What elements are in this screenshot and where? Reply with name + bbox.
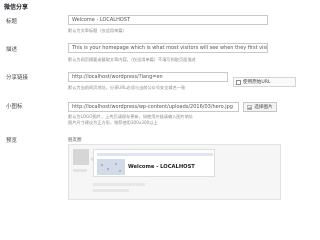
image-icon (247, 105, 253, 109)
card-arrow (90, 156, 94, 162)
thumbnail-help-line-1: 默认为LOGO图片，上传后请保存更新，如使用外链请输入图片地址 (68, 114, 194, 119)
thumbnail-dot (119, 170, 121, 172)
thumbnail-dot (115, 163, 117, 165)
use-original-url-checkbox[interactable] (236, 79, 241, 85)
preview-caption: 朋友圈 (68, 138, 82, 143)
title-help: 默认为文章标题（仅适用单篇） (68, 28, 127, 33)
thumbnail-label: 小图标 (6, 104, 23, 110)
thumbnail-dot (107, 168, 109, 170)
meta-placeholder (93, 189, 129, 192)
share-card: Welcome - LOCALHOST (90, 149, 215, 177)
share-link-help: 默认为当前网页地址。分享URL必须与当前公众号安全域名一致 (68, 85, 186, 90)
section-title: 微信分享 (4, 4, 29, 11)
title-label: 标题 (6, 19, 18, 25)
description-help: 默认为网页摘要或截取文章内容。（仅适用单篇）不填写则取页面描述 (68, 57, 196, 62)
title-input[interactable]: Welcome - LOCALHOST (68, 15, 268, 25)
use-original-url-label: 使用原始URL (243, 80, 271, 85)
meta-placeholder (93, 183, 145, 186)
share-preview: Welcome - LOCALHOST (68, 144, 281, 200)
share-link-input[interactable]: http://localhost/wordpress/?lang=en (68, 72, 228, 82)
select-image-button[interactable]: 选择图片 (243, 102, 277, 112)
card-header-placeholder (97, 153, 213, 156)
share-link-label: 分享链接 (6, 75, 29, 81)
select-image-label: 选择图片 (254, 105, 273, 110)
thumbnail-url-input[interactable]: http://localhost/wordpress/wp-content/up… (68, 102, 239, 112)
description-label: 描述 (6, 47, 18, 53)
avatar-placeholder (73, 149, 89, 165)
use-original-url-toggle[interactable]: 使用原始URL (233, 77, 296, 87)
thumbnail-dot (101, 164, 103, 166)
preview-label: 预览 (6, 138, 18, 144)
description-input[interactable]: This is your homepage which is what most… (68, 43, 268, 53)
card-thumbnail (97, 159, 125, 175)
thumbnail-help-line-2: 图片尺寸建议为正方形，推荐使用300x300以上 (68, 120, 158, 125)
card-title: Welcome - LOCALHOST (128, 164, 195, 170)
name-placeholder (73, 169, 87, 172)
